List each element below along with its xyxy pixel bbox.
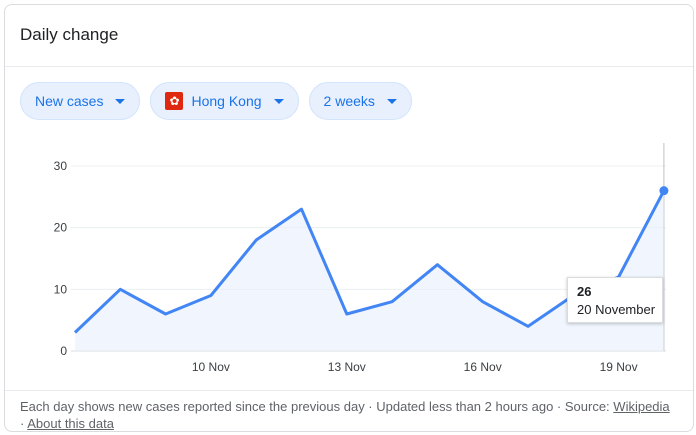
about-data-link[interactable]: About this data bbox=[27, 416, 114, 431]
region-dropdown[interactable]: ✿ Hong Kong bbox=[150, 82, 299, 120]
tooltip-value: 26 bbox=[577, 284, 592, 299]
caret-down-icon bbox=[386, 98, 397, 104]
x-tick-label: 16 Nov bbox=[464, 360, 502, 374]
y-tick-label: 0 bbox=[60, 344, 67, 358]
daily-change-card: Daily change New cases ✿ Hong Kong 2 wee… bbox=[4, 4, 694, 432]
y-tick-label: 20 bbox=[54, 221, 68, 235]
x-tick-label: 10 Nov bbox=[192, 360, 230, 374]
metric-label: New cases bbox=[35, 93, 104, 109]
period-dropdown[interactable]: 2 weeks bbox=[308, 82, 412, 120]
chart-tooltip: 26 20 November bbox=[567, 277, 663, 323]
caret-down-icon bbox=[115, 98, 126, 104]
tooltip-date: 20 November bbox=[577, 302, 656, 317]
hong-kong-flag-icon: ✿ bbox=[165, 92, 184, 110]
filter-chips: New cases ✿ Hong Kong 2 weeks bbox=[20, 82, 412, 122]
footer-divider bbox=[5, 390, 693, 391]
highlight-point bbox=[659, 186, 669, 196]
period-label: 2 weeks bbox=[323, 93, 375, 109]
caret-down-icon bbox=[273, 98, 284, 104]
y-tick-label: 10 bbox=[54, 282, 68, 296]
x-tick-label: 19 Nov bbox=[600, 360, 638, 374]
footer-note: Each day shows new cases reported since … bbox=[20, 398, 688, 432]
y-tick-label: 30 bbox=[54, 159, 68, 173]
header-divider bbox=[5, 66, 693, 67]
card-title: Daily change bbox=[20, 25, 119, 44]
metric-dropdown[interactable]: New cases bbox=[20, 82, 141, 120]
region-label: Hong Kong bbox=[191, 93, 262, 109]
footer-text: Each day shows new cases reported since … bbox=[20, 399, 610, 414]
daily-change-chart: 0 10 20 30 10 Nov 13 Nov 16 Nov 19 Nov bbox=[54, 143, 669, 374]
source-link[interactable]: Wikipedia bbox=[613, 399, 669, 414]
series-area bbox=[75, 190, 664, 351]
x-tick-label: 13 Nov bbox=[328, 360, 366, 374]
